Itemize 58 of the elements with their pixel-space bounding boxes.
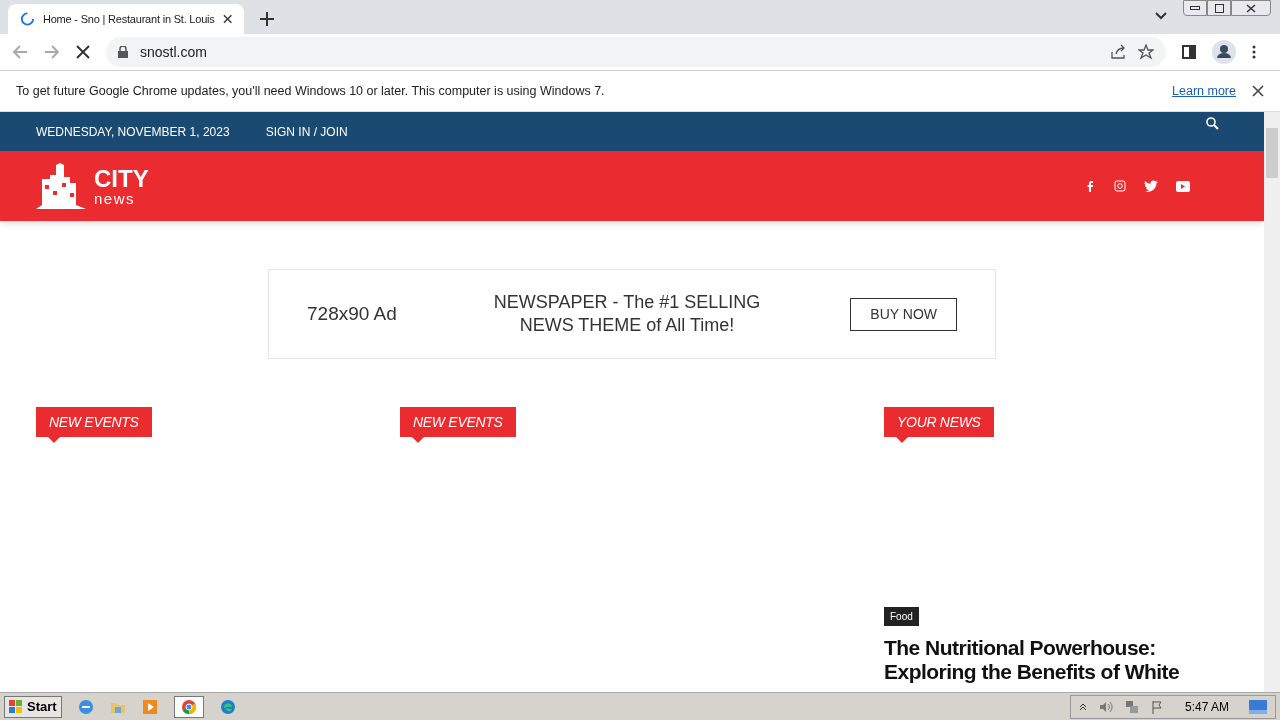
menu-icon[interactable] [1252,45,1256,59]
browser-tab[interactable]: Home - Sno | Restaurant in St. Louis [8,4,244,34]
speaker-icon[interactable] [1098,700,1113,713]
share-icon[interactable] [1110,44,1126,60]
chrome-taskbar-button[interactable] [173,695,204,718]
side-panel-icon[interactable] [1182,45,1196,59]
scrollbar[interactable] [1264,112,1280,692]
stop-loading-icon[interactable] [76,45,90,59]
tab-title: Home - Sno | Restaurant in St. Louis [42,11,215,27]
section-label: YOUR NEWS [884,407,994,437]
logo-subtext: news [94,190,137,206]
flag-icon[interactable] [1150,699,1165,714]
section-label: NEW EVENTS [36,407,152,437]
ad-headline: NEWSPAPER - The #1 SELLING NEWS THEME of All Time! [492,291,762,337]
close-icon[interactable] [1252,85,1264,97]
show-desktop-icon[interactable] [1249,699,1267,714]
label-pointer-icon [896,437,908,443]
logo-text: CITY [94,166,149,191]
instagram-icon[interactable] [1114,180,1126,192]
close-icon[interactable] [1246,3,1256,13]
tab-list-chevron-icon[interactable] [1155,12,1167,20]
category-tag[interactable]: Food [884,607,919,626]
article-headline[interactable]: The Nutritional Powerhouse: Exploring the Benefits of White [884,636,1194,684]
restore-button[interactable] [1207,0,1231,16]
chrome-icon [180,698,197,715]
star-icon[interactable] [1138,44,1154,60]
city-buildings-icon [36,163,86,209]
video-play-icon[interactable] [1176,180,1190,192]
new-tab-icon[interactable] [260,12,274,26]
label-pointer-icon [412,437,424,443]
close-window-button[interactable] [1231,0,1271,16]
minimize-button[interactable] [1183,0,1207,16]
lock-icon [118,46,128,58]
ad-size-label: 728x90 Ad [307,301,398,326]
update-message: To get future Google Chrome updates, you'll need Windows 10 or later. This computer is using Windows 7. [16,82,606,100]
back-icon[interactable] [12,44,28,60]
sign-in-link[interactable]: SIGN IN / JOIN [265,122,348,141]
edge-icon[interactable] [219,698,236,715]
buy-now-button[interactable]: BUY NOW [850,297,957,331]
clock: 5:47 AM [1184,698,1229,716]
start-button[interactable]: Start [4,695,62,718]
network-icon[interactable] [1124,699,1139,714]
learn-more-link[interactable]: Learn more [1172,81,1236,101]
date-text: WEDNESDAY, NOVEMBER 1, 2023 [36,123,230,141]
scrollbar-thumb[interactable] [1266,128,1278,178]
close-icon[interactable] [222,14,232,24]
url-text: snostl.com [140,42,208,62]
media-player-icon[interactable] [141,698,158,715]
chevron-up-icon[interactable] [1078,702,1087,711]
bird-icon[interactable] [1144,180,1158,192]
profile-icon[interactable] [1212,40,1236,64]
address-bar[interactable]: snostl.com [106,37,1166,67]
ad-banner[interactable]: 728x90 Ad NEWSPAPER - The #1 SELLING NEWS THEME of All Time! BUY NOW [268,269,996,359]
search-icon[interactable] [1206,117,1219,130]
section-label: NEW EVENTS [400,407,516,437]
forward-icon[interactable] [44,44,60,60]
windows-logo-icon [9,699,23,714]
label-pointer-icon [48,437,60,443]
